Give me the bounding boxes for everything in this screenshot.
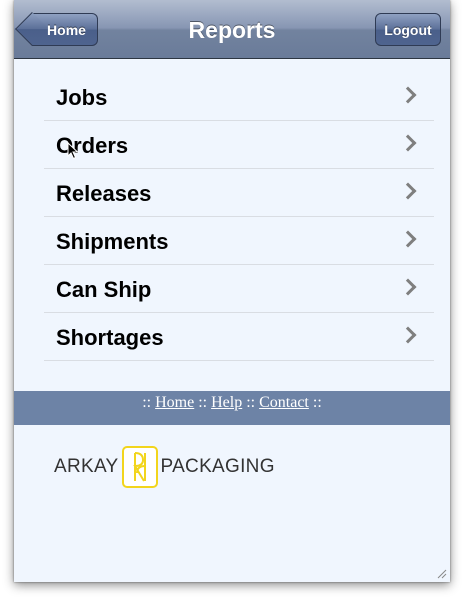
footer-link-help[interactable]: Help	[211, 394, 242, 411]
reports-list: Jobs Orders Releases Shipments Can Ship …	[44, 73, 434, 361]
footer-separator: ::	[246, 394, 256, 411]
app-window: Home Reports Logout Jobs Orders Releases…	[14, 0, 450, 582]
chevron-right-icon	[399, 134, 417, 152]
company-logo: ARKAY PACKAGING	[54, 444, 275, 490]
footer-link-contact[interactable]: Contact	[259, 394, 309, 411]
navigation-bar: Home Reports Logout	[14, 0, 450, 59]
logo-text-right: PACKAGING	[160, 456, 275, 477]
list-item-can-ship[interactable]: Can Ship	[44, 265, 434, 313]
list-item-label: Shortages	[56, 325, 164, 350]
list-item-label: Jobs	[56, 85, 108, 110]
list-item-orders[interactable]: Orders	[44, 121, 434, 169]
chevron-right-icon	[399, 182, 417, 200]
footer-separator: ::	[198, 394, 208, 411]
list-item-releases[interactable]: Releases	[44, 169, 434, 217]
footer-separator: ::	[312, 394, 322, 411]
mouse-pointer-icon	[67, 142, 79, 160]
footer-separator: ::	[142, 394, 152, 411]
logo-text-left: ARKAY	[54, 456, 119, 477]
chevron-right-icon	[399, 230, 417, 248]
footer-link-home[interactable]: Home	[155, 394, 194, 411]
list-item-label: Releases	[56, 181, 152, 206]
list-item-label: Can Ship	[56, 277, 152, 302]
chevron-right-icon	[399, 278, 417, 296]
chevron-right-icon	[399, 86, 417, 104]
list-item-jobs[interactable]: Jobs	[44, 73, 434, 121]
logo-mark-icon	[121, 446, 158, 488]
footer-nav: :: Home :: Help :: Contact ::	[14, 391, 450, 425]
resize-grip-icon[interactable]	[435, 567, 447, 579]
list-item-label: Shipments	[56, 229, 169, 254]
chevron-right-icon	[399, 326, 417, 344]
logout-button-label: Logout	[384, 22, 432, 38]
list-item-shipments[interactable]: Shipments	[44, 217, 434, 265]
logout-button[interactable]: Logout	[375, 13, 441, 46]
list-item-shortages[interactable]: Shortages	[44, 313, 434, 361]
